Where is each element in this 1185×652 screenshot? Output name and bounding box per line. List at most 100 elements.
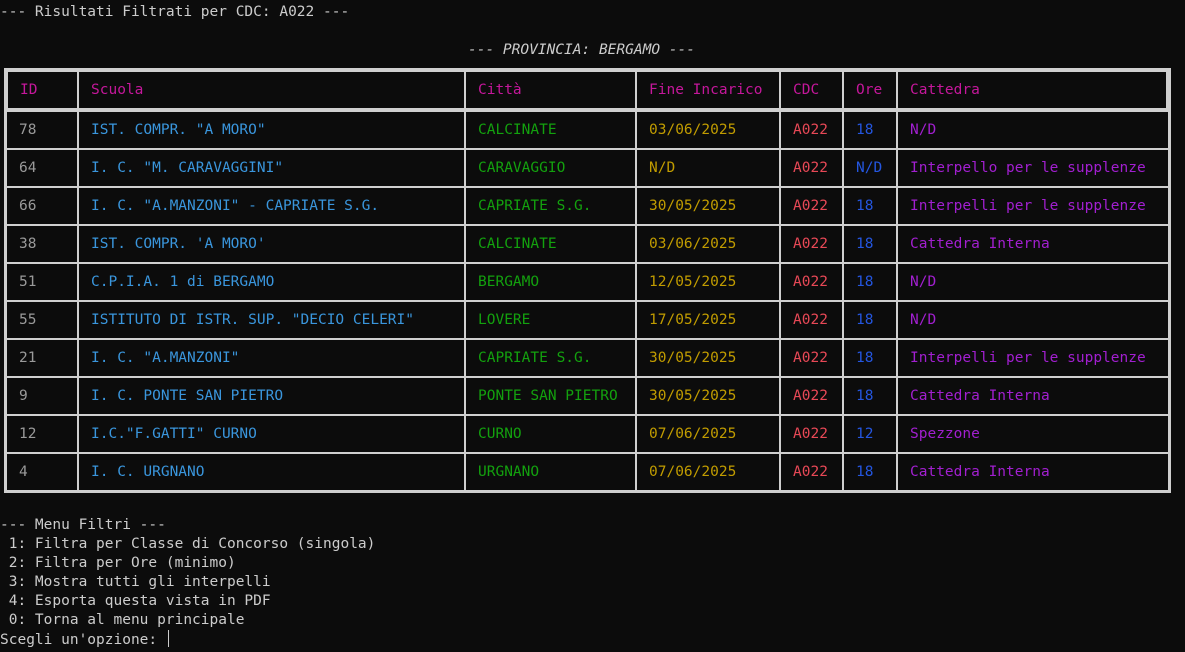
- table-row: 12 I.C."F.GATTI" CURNO CURNO 07/06/2025 A022…: [6, 415, 1169, 453]
- cell-ore: 18: [843, 339, 897, 377]
- table-row: 38 IST. COMPR. 'A MORO' CALCINATE 03/06/202…: [6, 225, 1169, 263]
- cell-ore: 18: [843, 377, 897, 415]
- cell-ore: 18: [843, 187, 897, 225]
- cell-scuola: I. C. URGNANO: [78, 453, 465, 491]
- column-header-citta: Città: [465, 70, 636, 111]
- column-header-scuola: Scuola: [78, 70, 465, 111]
- cell-cattedra: N/D: [897, 111, 1169, 149]
- cell-fine-incarico: 30/05/2025: [636, 187, 780, 225]
- cell-fine-incarico: N/D: [636, 149, 780, 187]
- menu-option-filter-ore: 2: Filtra per Ore (minimo): [0, 555, 236, 571]
- cell-scuola: I. C. "A.MANZONI" - CAPRIATE S.G.: [78, 187, 465, 225]
- cell-cdc: A022: [780, 263, 843, 301]
- table-row: 64 I. C. "M. CARAVAGGINI" CARAVAGGIO N/D A02…: [6, 149, 1169, 187]
- cell-cattedra: Interpelli per le supplenze: [897, 187, 1169, 225]
- cell-fine-incarico: 17/05/2025: [636, 301, 780, 339]
- cell-fine-incarico: 03/06/2025: [636, 111, 780, 149]
- cell-citta: BERGAMO: [465, 263, 636, 301]
- column-header-fine-incarico: Fine Incarico: [636, 70, 780, 111]
- cell-cdc: A022: [780, 149, 843, 187]
- cell-ore: 18: [843, 263, 897, 301]
- column-header-id: ID: [6, 70, 78, 111]
- cell-cattedra: Spezzone: [897, 415, 1169, 453]
- cell-cattedra: Interpelli per le supplenze: [897, 339, 1169, 377]
- menu-title: --- Menu Filtri ---: [0, 517, 166, 533]
- cell-id: 66: [6, 187, 78, 225]
- cell-citta: CARAVAGGIO: [465, 149, 636, 187]
- cell-fine-incarico: 07/06/2025: [636, 415, 780, 453]
- cell-scuola: IST. COMPR. "A MORO": [78, 111, 465, 149]
- cell-cdc: A022: [780, 453, 843, 491]
- cell-cattedra: N/D: [897, 263, 1169, 301]
- cell-id: 51: [6, 263, 78, 301]
- cell-ore: 18: [843, 301, 897, 339]
- table-row: 21 I. C. "A.MANZONI" CAPRIATE S.G. 30/05/20…: [6, 339, 1169, 377]
- menu-option-show-all: 3: Mostra tutti gli interpelli: [0, 574, 271, 590]
- column-header-cdc: CDC: [780, 70, 843, 111]
- cell-citta: CALCINATE: [465, 111, 636, 149]
- filter-menu: --- Menu Filtri --- 1: Filtra per Classe…: [0, 516, 375, 649]
- table-row: 4 I. C. URGNANO URGNANO 07/06/2025 A022 18 Cat…: [6, 453, 1169, 491]
- cell-scuola: I. C. PONTE SAN PIETRO: [78, 377, 465, 415]
- table-row: 66 I. C. "A.MANZONI" - CAPRIATE S.G. CAPRI…: [6, 187, 1169, 225]
- cell-cdc: A022: [780, 339, 843, 377]
- cell-citta: CAPRIATE S.G.: [465, 339, 636, 377]
- cell-scuola: C.P.I.A. 1 di BERGAMO: [78, 263, 465, 301]
- cell-cdc: A022: [780, 415, 843, 453]
- menu-option-back: 0: Torna al menu principale: [0, 612, 245, 628]
- cell-id: 55: [6, 301, 78, 339]
- cell-cdc: A022: [780, 301, 843, 339]
- cell-cdc: A022: [780, 225, 843, 263]
- text-cursor[interactable]: [167, 630, 169, 647]
- prompt-text: Scegli un'opzione:: [0, 632, 166, 648]
- cell-ore: 18: [843, 453, 897, 491]
- cell-cattedra: Interpello per le supplenze: [897, 149, 1169, 187]
- cell-scuola: I. C. "M. CARAVAGGINI": [78, 149, 465, 187]
- cell-scuola: ISTITUTO DI ISTR. SUP. "DECIO CELERI": [78, 301, 465, 339]
- cell-id: 12: [6, 415, 78, 453]
- cell-id: 38: [6, 225, 78, 263]
- table-row: 51 C.P.I.A. 1 di BERGAMO BERGAMO 12/05/2025…: [6, 263, 1169, 301]
- cell-id: 21: [6, 339, 78, 377]
- cell-id: 4: [6, 453, 78, 491]
- cell-citta: LOVERE: [465, 301, 636, 339]
- cell-ore: 18: [843, 225, 897, 263]
- column-header-cattedra: Cattedra: [897, 70, 1169, 111]
- table-row: 9 I. C. PONTE SAN PIETRO PONTE SAN PIETRO 3…: [6, 377, 1169, 415]
- prompt-line[interactable]: Scegli un'opzione:: [0, 630, 375, 649]
- menu-option-export-pdf: 4: Esporta questa vista in PDF: [0, 593, 271, 609]
- cell-citta: CALCINATE: [465, 225, 636, 263]
- cell-cdc: A022: [780, 187, 843, 225]
- cell-scuola: I. C. "A.MANZONI": [78, 339, 465, 377]
- cell-cattedra: Cattedra Interna: [897, 453, 1169, 491]
- cell-ore: 12: [843, 415, 897, 453]
- results-title: --- Risultati Filtrati per CDC: A022 ---: [0, 4, 350, 20]
- province-heading: --- PROVINCIA: BERGAMO ---: [468, 42, 695, 58]
- results-table: ID Scuola Città Fine Incarico CDC Ore Ca…: [4, 68, 1171, 493]
- table-row: 78 IST. COMPR. "A MORO" CALCINATE 03/06/202…: [6, 111, 1169, 149]
- cell-ore: N/D: [843, 149, 897, 187]
- cell-citta: CAPRIATE S.G.: [465, 187, 636, 225]
- cell-citta: PONTE SAN PIETRO: [465, 377, 636, 415]
- cell-citta: URGNANO: [465, 453, 636, 491]
- cell-fine-incarico: 12/05/2025: [636, 263, 780, 301]
- menu-option-filter-cdc: 1: Filtra per Classe di Concorso (singol…: [0, 536, 376, 552]
- cell-id: 9: [6, 377, 78, 415]
- cell-cattedra: Cattedra Interna: [897, 377, 1169, 415]
- cell-id: 64: [6, 149, 78, 187]
- cell-fine-incarico: 30/05/2025: [636, 377, 780, 415]
- table-row: 55 ISTITUTO DI ISTR. SUP. "DECIO CELERI" L…: [6, 301, 1169, 339]
- cell-fine-incarico: 03/06/2025: [636, 225, 780, 263]
- cell-ore: 18: [843, 111, 897, 149]
- cell-cdc: A022: [780, 111, 843, 149]
- cell-fine-incarico: 30/05/2025: [636, 339, 780, 377]
- cell-id: 78: [6, 111, 78, 149]
- table-header-row: ID Scuola Città Fine Incarico CDC Ore Ca…: [6, 70, 1169, 111]
- cell-cattedra: Cattedra Interna: [897, 225, 1169, 263]
- cell-fine-incarico: 07/06/2025: [636, 453, 780, 491]
- cell-cdc: A022: [780, 377, 843, 415]
- cell-cattedra: N/D: [897, 301, 1169, 339]
- cell-citta: CURNO: [465, 415, 636, 453]
- cell-scuola: I.C."F.GATTI" CURNO: [78, 415, 465, 453]
- column-header-ore: Ore: [843, 70, 897, 111]
